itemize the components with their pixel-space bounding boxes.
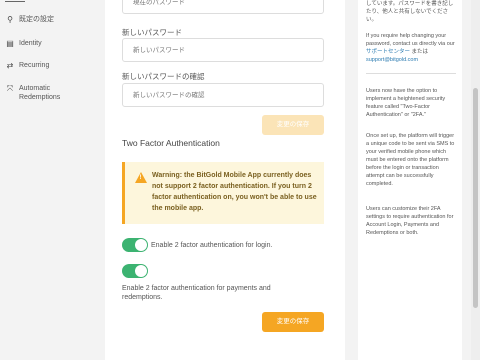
info-help-text: If you require help changing your passwo…	[366, 32, 456, 64]
sidebar: ⚲ 既定の設定 ▤ Identity ⇄ Recurring ⤧ Automat…	[0, 0, 105, 360]
info-para-3: Users can customize their 2FA settings t…	[366, 206, 454, 236]
toggle-2fa-login[interactable]	[122, 238, 148, 252]
main-panel: 新しいパスワード 新しいパスワードの確認 変更の保存 Two Factor Au…	[105, 0, 345, 360]
scrollbar-thumb[interactable]	[473, 88, 478, 308]
two-factor-warning: ! Warning: the BitGold Mobile App curren…	[122, 162, 324, 224]
page-scrollbar[interactable]	[471, 0, 480, 360]
toggle-2fa-login-label: Enable 2 factor authentication for login…	[151, 242, 273, 249]
sidebar-item-above-edge	[5, 1, 25, 2]
info-divider	[366, 73, 456, 74]
support-email-link[interactable]: support@bitgold.com	[366, 57, 418, 63]
redemption-icon: ⤧	[6, 84, 14, 93]
sidebar-item-default-settings[interactable]: ⚲ 既定の設定	[5, 1, 54, 24]
toggle-knob	[135, 265, 147, 277]
sidebar-item-label: 既定の設定	[19, 16, 54, 23]
recurring-icon: ⇄	[6, 61, 14, 70]
new-password-field[interactable]	[122, 38, 324, 62]
sidebar-item-label: Identity	[19, 40, 42, 47]
info-top-text: しています。パスワードを書き記したり、他人と共有しないでください。	[366, 1, 454, 23]
sidebar-item-label: Recurring	[19, 62, 50, 69]
id-card-icon: ▤	[6, 39, 14, 48]
current-password-field[interactable]	[122, 0, 324, 14]
two-factor-title: Two Factor Authentication	[122, 138, 220, 148]
save-password-button[interactable]: 変更の保存	[262, 115, 324, 135]
support-center-link[interactable]: サポートセンター	[366, 49, 410, 55]
new-password-label: 新しいパスワード	[122, 28, 182, 37]
toggle-2fa-payments-label: Enable 2 factor authentication for payme…	[122, 285, 271, 301]
info-panel: しています。パスワードを書き記したり、他人と共有しないでください。 If you…	[358, 0, 462, 360]
sidebar-item-label: Automatic Redemptions	[19, 85, 61, 101]
toggle-2fa-payments[interactable]	[122, 264, 148, 278]
sliders-icon: ⚲	[7, 15, 13, 24]
info-help-before: If you require help changing your passwo…	[366, 33, 455, 47]
sidebar-item-automatic-redemptions[interactable]: ⤧ Automatic Redemptions	[5, 84, 75, 102]
sidebar-item-recurring[interactable]: ⇄ Recurring	[5, 61, 50, 70]
info-para-2: Once set up, the platform will trigger a…	[366, 133, 455, 187]
info-help-mid: または	[410, 49, 429, 55]
warning-icon: !	[135, 172, 147, 183]
save-2fa-button[interactable]: 変更の保存	[262, 312, 324, 332]
info-para-1: Users now have the option to implement a…	[366, 88, 446, 118]
toggle-knob	[135, 239, 147, 251]
warning-text: Warning: the BitGold Mobile App currentl…	[152, 172, 317, 212]
confirm-password-label: 新しいパスワードの確認	[122, 72, 205, 81]
confirm-password-field[interactable]	[122, 83, 324, 107]
sidebar-item-identity[interactable]: ▤ Identity	[5, 39, 42, 48]
